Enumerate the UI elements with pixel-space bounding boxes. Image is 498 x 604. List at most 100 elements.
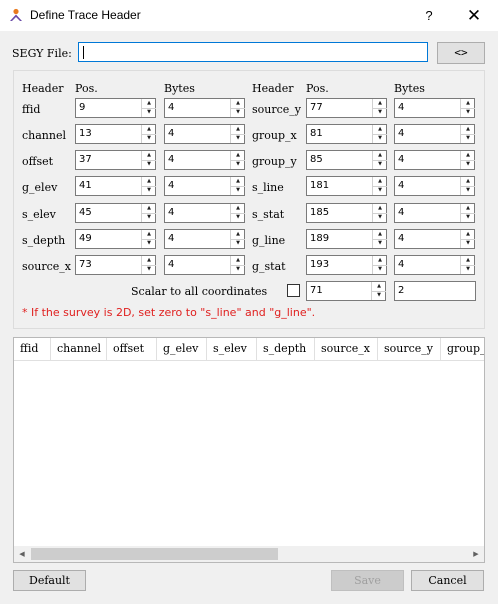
pos-spinbox-left-value: 45 [79,207,92,218]
spin-down-icon[interactable]: ▼ [460,239,475,248]
pos-column-label-right: Pos. [306,82,329,95]
save-button[interactable]: Save [331,570,404,591]
spin-down-icon[interactable]: ▼ [372,186,387,195]
scroll-left-icon[interactable]: ◀ [14,546,30,562]
bytes-spinbox-left[interactable]: 4 ▲ ▼ [164,98,245,118]
spin-down-icon[interactable]: ▼ [372,239,387,248]
pos-spinbox-right-value: 77 [310,102,323,113]
pos-spinbox-left[interactable]: 9 ▲ ▼ [75,98,156,118]
segy-file-input[interactable] [78,42,428,62]
spin-down-icon[interactable]: ▼ [460,265,475,274]
spin-down-icon[interactable]: ▼ [141,160,156,169]
table-column-header[interactable]: g_elev [157,338,207,360]
field-label-left: ffid [22,103,41,116]
bytes-spinbox-right-value: 4 [398,259,405,270]
spin-down-icon[interactable]: ▼ [372,134,387,143]
spin-down-icon[interactable]: ▼ [230,213,245,222]
header-column-label: Header [22,82,64,95]
help-button[interactable]: ? [406,0,452,31]
table-column-header[interactable]: s_depth [257,338,315,360]
spin-down-icon[interactable]: ▼ [141,134,156,143]
bytes-spinbox-right[interactable]: 4 ▲ ▼ [394,229,475,249]
bytes-spinbox-right[interactable]: 4 ▲ ▼ [394,255,475,275]
bytes-spinbox-left[interactable]: 4 ▲ ▼ [164,203,245,223]
spin-down-icon[interactable]: ▼ [141,265,156,274]
pos-spinbox-right-value: 185 [310,207,330,218]
pos-spinbox-right[interactable]: 85 ▲ ▼ [306,150,387,170]
horizontal-scrollbar[interactable]: ◀ ▶ [14,546,484,562]
cancel-button[interactable]: Cancel [411,570,484,591]
spin-down-icon[interactable]: ▼ [141,239,156,248]
bytes-spinbox-right[interactable]: 4 ▲ ▼ [394,98,475,118]
scroll-right-icon[interactable]: ▶ [468,546,484,562]
bytes-spinbox-right-value: 4 [398,154,405,165]
table-column-header[interactable]: channel [51,338,107,360]
trace-header-table[interactable]: ffid channel offset g_elev s_elev s_depth sour… [13,337,485,563]
bytes-spinbox-left[interactable]: 4 ▲ ▼ [164,229,245,249]
default-button[interactable]: Default [13,570,86,591]
pos-spinbox-right[interactable]: 81 ▲ ▼ [306,124,387,144]
spin-down-icon[interactable]: ▼ [460,134,475,143]
scroll-thumb[interactable] [31,548,278,560]
scalar-label: Scalar to all coordinates [131,285,268,298]
close-button[interactable]: ✕ [451,0,497,31]
pos-spinbox-right[interactable]: 181 ▲ ▼ [306,176,387,196]
spin-down-icon[interactable]: ▼ [372,213,387,222]
spin-down-icon[interactable]: ▼ [460,108,475,117]
spin-down-icon[interactable]: ▼ [371,291,386,300]
bytes-spinbox-left[interactable]: 4 ▲ ▼ [164,255,245,275]
pos-spinbox-right[interactable]: 185 ▲ ▼ [306,203,387,223]
pos-spinbox-left[interactable]: 37 ▲ ▼ [75,150,156,170]
spin-down-icon[interactable]: ▼ [230,186,245,195]
pos-spinbox-left[interactable]: 45 ▲ ▼ [75,203,156,223]
spin-down-icon[interactable]: ▼ [460,186,475,195]
scalar-checkbox[interactable] [287,284,300,297]
spin-down-icon[interactable]: ▼ [230,239,245,248]
spin-down-icon[interactable]: ▼ [460,160,475,169]
bytes-spinbox-left[interactable]: 4 ▲ ▼ [164,176,245,196]
browse-button[interactable]: <> [437,42,485,64]
spin-down-icon[interactable]: ▼ [230,108,245,117]
pos-spinbox-right[interactable]: 189 ▲ ▼ [306,229,387,249]
pos-spinbox-right-value: 181 [310,180,330,191]
bytes-spinbox-right[interactable]: 4 ▲ ▼ [394,176,475,196]
pos-spinbox-right[interactable]: 77 ▲ ▼ [306,98,387,118]
pos-spinbox-left[interactable]: 41 ▲ ▼ [75,176,156,196]
pos-spinbox-left[interactable]: 49 ▲ ▼ [75,229,156,249]
table-column-header[interactable]: source_y [378,338,441,360]
bytes-spinbox-left-value: 4 [168,154,175,165]
spin-down-icon[interactable]: ▼ [372,265,387,274]
bytes-spinbox-left-value: 4 [168,180,175,191]
text-caret [83,46,84,59]
spin-down-icon[interactable]: ▼ [141,108,156,117]
table-header-row: ffid channel offset g_elev s_elev s_depth sour… [14,338,484,361]
survey-note: * If the survey is 2D, set zero to "s_li… [22,306,316,319]
pos-spinbox-right[interactable]: 193 ▲ ▼ [306,255,387,275]
table-column-header[interactable]: ffid [14,338,51,360]
spin-down-icon[interactable]: ▼ [372,160,387,169]
pos-spinbox-left[interactable]: 73 ▲ ▼ [75,255,156,275]
pos-spinbox-right-value: 193 [310,259,330,270]
pos-spinbox-left-value: 37 [79,154,92,165]
spin-down-icon[interactable]: ▼ [372,108,387,117]
table-column-header[interactable]: offset [107,338,157,360]
app-icon [10,8,22,21]
table-column-header[interactable]: group_x [441,338,484,360]
field-label-left: s_elev [22,208,56,221]
spin-down-icon[interactable]: ▼ [230,265,245,274]
pos-spinbox-left[interactable]: 13 ▲ ▼ [75,124,156,144]
spin-down-icon[interactable]: ▼ [230,160,245,169]
scalar-pos-spinbox[interactable]: 71 ▲ ▼ [306,281,386,301]
bytes-spinbox-right[interactable]: 4 ▲ ▼ [394,150,475,170]
table-column-header[interactable]: source_x [315,338,378,360]
spin-down-icon[interactable]: ▼ [141,186,156,195]
bytes-spinbox-left[interactable]: 4 ▲ ▼ [164,124,245,144]
table-column-header[interactable]: s_elev [207,338,257,360]
bytes-spinbox-right[interactable]: 4 ▲ ▼ [394,203,475,223]
spin-down-icon[interactable]: ▼ [460,213,475,222]
bytes-spinbox-left[interactable]: 4 ▲ ▼ [164,150,245,170]
spin-down-icon[interactable]: ▼ [141,213,156,222]
bytes-spinbox-right[interactable]: 4 ▲ ▼ [394,124,475,144]
scalar-bytes-input[interactable]: 2 [394,281,476,301]
spin-down-icon[interactable]: ▼ [230,134,245,143]
